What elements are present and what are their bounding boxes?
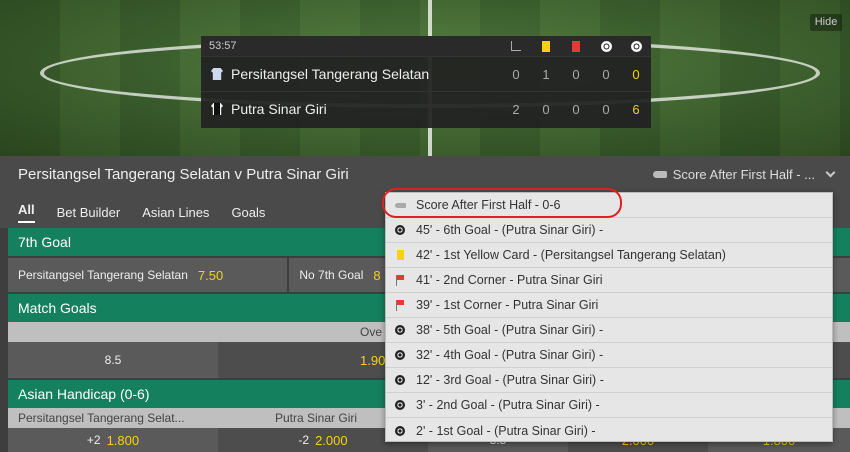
home-column-label: Persitangsel Tangerang Selat... (18, 411, 185, 425)
dropdown-item[interactable]: 3' - 2nd Goal - (Putra Sinar Giri) - (386, 393, 832, 418)
away-goals: 6 (632, 101, 640, 117)
dropdown-item[interactable]: 2' - 1st Goal - (Putra Sinar Giri) - (386, 418, 832, 443)
away-shirt-icon (211, 103, 223, 115)
scoreboard-header: 53:57 (201, 36, 651, 56)
home-goals: 0 (632, 66, 640, 82)
app-root: Hide 53:57 Persitangsel Tangerang Selata… (0, 0, 850, 452)
incident-selector-label: Score After First Half - ... (672, 166, 815, 182)
event-title-bar: Persitangsel Tangerang Selatan v Putra S… (0, 156, 850, 192)
match-clock: 53:57 (209, 40, 237, 52)
tab-goals[interactable]: Goals (231, 201, 265, 220)
selection-home-7th-goal[interactable]: Persitangsel Tangerang Selatan 7.50 (8, 258, 288, 292)
scoreboard-row-away: Putra Sinar Giri 2 0 0 0 6 (201, 91, 651, 126)
handicap-line: +2 (86, 433, 101, 447)
yellow-card-icon (396, 250, 404, 260)
goal-icon (395, 225, 405, 235)
selection-label: Persitangsel Tangerang Selatan (18, 268, 188, 282)
goal-icon (630, 40, 642, 52)
goal-icon (395, 375, 405, 385)
selection-odds: 1.90 (360, 352, 386, 368)
market-title: Match Goals (18, 300, 97, 316)
selection-odds: 8 (373, 267, 381, 283)
goal-icon (395, 425, 405, 436)
penalty-icon (600, 40, 612, 52)
away-red-cards: 0 (572, 101, 580, 117)
dropdown-item[interactable]: 12' - 3rd Goal - (Putra Sinar Giri) - (386, 368, 832, 393)
away-penalties: 0 (602, 101, 610, 117)
yellow-card-icon (542, 40, 550, 52)
dropdown-item[interactable]: 42' - 1st Yellow Card - (Persitangsel Ta… (386, 243, 832, 268)
goal-icon (395, 400, 405, 410)
home-yellow-cards: 1 (542, 66, 550, 82)
hide-button[interactable]: Hide (810, 14, 842, 31)
away-yellow-cards: 0 (542, 101, 550, 117)
corner-flag-icon (395, 274, 405, 286)
red-card-icon (572, 40, 580, 52)
corner-icon (511, 41, 521, 51)
dropdown-item[interactable]: 38' - 5th Goal - (Putra Sinar Giri) - (386, 318, 832, 343)
selection-odds: 7.50 (197, 267, 224, 283)
corner-flag-icon (395, 299, 405, 311)
home-shirt-icon (211, 68, 223, 80)
away-column-label: Putra Sinar Giri (275, 411, 358, 425)
away-team-name: Putra Sinar Giri (231, 101, 327, 117)
goal-icon (395, 325, 405, 335)
dropdown-item[interactable]: 41' - 2nd Corner - Putra Sinar Giri (386, 268, 832, 293)
goal-icon (395, 350, 405, 360)
scoreboard-row-home: Persitangsel Tangerang Selatan 0 1 0 0 0 (201, 56, 651, 91)
market-title: Asian Handicap (0-6) (18, 386, 150, 402)
tab-all[interactable]: All (18, 198, 35, 223)
tab-asian-lines[interactable]: Asian Lines (142, 201, 209, 220)
dropdown-item[interactable]: 32' - 4th Goal - (Putra Sinar Giri) - (386, 343, 832, 368)
away-corners: 2 (512, 101, 520, 117)
selection-label: No 7th Goal (299, 268, 364, 282)
whistle-icon (652, 170, 667, 178)
selection-odds: 2.000 (315, 432, 348, 448)
home-corners: 0 (512, 66, 520, 82)
goal-line: 8.5 (104, 353, 122, 367)
handicap-line: -2 (298, 433, 310, 447)
scoreboard: 53:57 Persitangsel Tangerang Selatan 0 1… (201, 36, 651, 128)
tab-bet-builder[interactable]: Bet Builder (57, 201, 121, 220)
incident-dropdown: Score After First Half - 0-6 45' - 6th G… (385, 192, 833, 442)
over-column-label: Ove (360, 325, 383, 339)
dropdown-item[interactable]: 39' - 1st Corner - Putra Sinar Giri (386, 293, 832, 318)
incident-selector[interactable]: Score After First Half - ... (652, 166, 850, 182)
goal-line-cell: 8.5 (8, 342, 218, 378)
chevron-down-icon (825, 167, 836, 177)
home-red-cards: 0 (572, 66, 580, 82)
event-title: Persitangsel Tangerang Selatan v Putra S… (18, 165, 349, 183)
market-title: 7th Goal (18, 234, 71, 250)
home-team-name: Persitangsel Tangerang Selatan (231, 66, 430, 82)
annotation-circle (382, 188, 622, 218)
home-penalties: 0 (602, 66, 610, 82)
selection-odds: 1.800 (106, 432, 140, 448)
selection-home-handicap[interactable]: +2 1.800 (8, 428, 218, 452)
dropdown-item[interactable]: 45' - 6th Goal - (Putra Sinar Giri) - (386, 218, 832, 243)
